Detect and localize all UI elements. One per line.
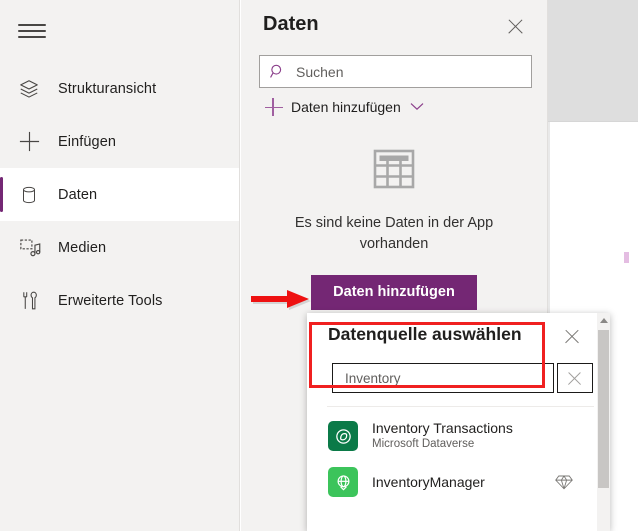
app-root: Strukturansicht Einfügen Daten Medien Er… bbox=[0, 0, 638, 531]
add-data-button[interactable]: Daten hinzufügen bbox=[311, 275, 477, 310]
close-icon[interactable] bbox=[503, 14, 529, 40]
list-item-text: InventoryManager bbox=[372, 474, 485, 491]
clear-search-icon[interactable] bbox=[557, 363, 593, 393]
close-icon[interactable] bbox=[560, 325, 584, 349]
connector-globe-icon bbox=[328, 467, 358, 497]
layers-icon bbox=[0, 78, 58, 100]
left-rail: Strukturansicht Einfügen Daten Medien Er… bbox=[0, 0, 240, 531]
sidebar-item-erweiterte-tools[interactable]: Erweiterte Tools bbox=[0, 274, 239, 327]
datasource-picker-dialog: Datenquelle auswählen Inventory Transact… bbox=[307, 313, 610, 531]
sidebar-item-label: Einfügen bbox=[58, 133, 117, 150]
chevron-down-icon bbox=[410, 98, 424, 116]
premium-diamond-icon bbox=[555, 473, 573, 496]
canvas-divider bbox=[548, 121, 638, 122]
page-title: Daten bbox=[263, 13, 319, 35]
tools-icon bbox=[0, 290, 58, 311]
media-icon bbox=[0, 236, 58, 259]
search-icon bbox=[269, 63, 286, 80]
sidebar-item-label: Erweiterte Tools bbox=[58, 292, 163, 309]
list-item-text: Inventory Transactions Microsoft Dataver… bbox=[372, 420, 513, 452]
canvas-partial-element bbox=[624, 252, 629, 263]
dialog-header: Datenquelle auswählen bbox=[307, 313, 610, 357]
rail-item-list: Strukturansicht Einfügen Daten Medien Er… bbox=[0, 62, 239, 327]
sidebar-item-strukturansicht[interactable]: Strukturansicht bbox=[0, 62, 239, 115]
sidebar-item-label: Strukturansicht bbox=[58, 80, 157, 97]
plus-icon bbox=[0, 130, 58, 153]
add-data-dropdown[interactable]: Daten hinzufügen bbox=[257, 92, 547, 122]
dialog-scrollbar[interactable] bbox=[597, 313, 610, 531]
datasource-name: InventoryManager bbox=[372, 473, 485, 490]
annotation-arrow-icon bbox=[249, 288, 315, 312]
datasource-search-input[interactable] bbox=[343, 369, 542, 387]
sidebar-item-label: Medien bbox=[58, 239, 107, 256]
canvas-toolbar-area bbox=[548, 0, 638, 122]
dialog-divider bbox=[327, 406, 594, 407]
sidebar-item-label: Daten bbox=[58, 186, 98, 203]
search-input[interactable] bbox=[294, 62, 498, 81]
datasource-subtitle: Microsoft Dataverse bbox=[372, 438, 475, 450]
datasource-name: Inventory Transactions bbox=[372, 420, 513, 436]
dialog-title: Datenquelle auswählen bbox=[328, 324, 522, 344]
dataverse-icon bbox=[328, 421, 358, 451]
scrollbar-thumb[interactable] bbox=[598, 330, 609, 488]
datasource-search-box[interactable] bbox=[332, 363, 554, 393]
empty-state: Es sind keine Daten in der App vorhanden… bbox=[241, 130, 547, 310]
plus-icon bbox=[261, 94, 287, 120]
table-grid-icon bbox=[371, 146, 417, 197]
list-item[interactable]: Inventory Transactions Microsoft Dataver… bbox=[307, 413, 597, 459]
add-data-label: Daten hinzufügen bbox=[291, 99, 401, 115]
search-box[interactable] bbox=[259, 55, 532, 88]
list-item[interactable]: InventoryManager bbox=[307, 459, 597, 505]
sidebar-item-einfuegen[interactable]: Einfügen bbox=[0, 115, 239, 168]
empty-state-message: Es sind keine Daten in der App vorhanden bbox=[294, 215, 494, 252]
hamburger-menu-icon[interactable] bbox=[18, 16, 54, 46]
sidebar-item-daten[interactable]: Daten bbox=[0, 168, 239, 221]
database-icon bbox=[0, 185, 58, 205]
sidebar-item-medien[interactable]: Medien bbox=[0, 221, 239, 274]
data-panel-header: Daten bbox=[241, 0, 547, 53]
datasource-list: Inventory Transactions Microsoft Dataver… bbox=[307, 413, 597, 505]
scroll-up-arrow-icon[interactable] bbox=[600, 318, 608, 323]
